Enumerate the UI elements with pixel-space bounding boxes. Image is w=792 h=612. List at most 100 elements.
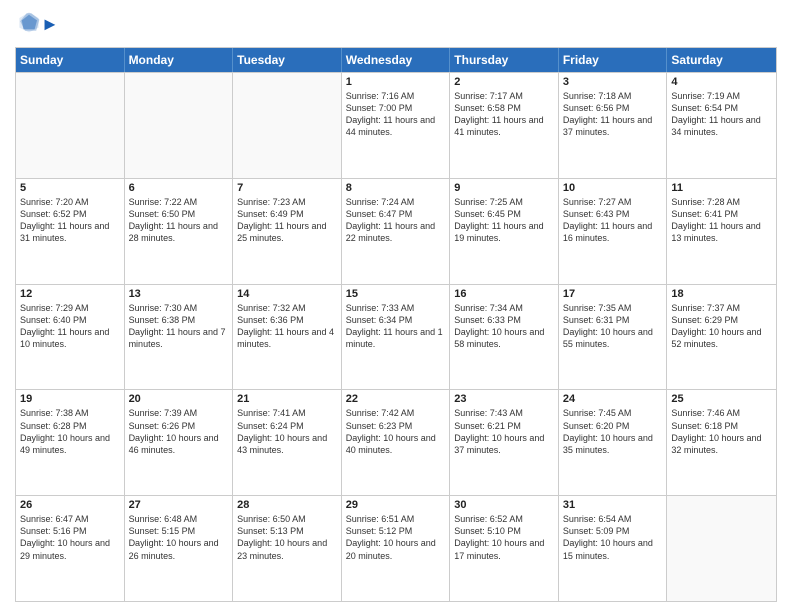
cell-info: Sunrise: 7:43 AM Sunset: 6:21 PM Dayligh…	[454, 407, 554, 456]
calendar-row-5: 26 Sunrise: 6:47 AM Sunset: 5:16 PM Dayli…	[16, 495, 776, 601]
calendar-row-2: 5 Sunrise: 7:20 AM Sunset: 6:52 PM Daylig…	[16, 178, 776, 284]
cell-day-number: 2	[454, 76, 554, 88]
cell-day-number: 5	[20, 182, 120, 194]
cell-day-number: 31	[563, 499, 663, 511]
calendar-cell-10: 10Sunrise: 7:27 AM Sunset: 6:43 PM Dayli…	[559, 179, 668, 284]
cell-info: Sunrise: 7:25 AM Sunset: 6:45 PM Dayligh…	[454, 196, 554, 245]
cell-day-number: 1	[346, 76, 446, 88]
header-day-thursday: Thursday	[450, 48, 559, 72]
cell-info: Sunrise: 7:45 AM Sunset: 6:20 PM Dayligh…	[563, 407, 663, 456]
cell-info: Sunrise: 7:32 AM Sunset: 6:36 PM Dayligh…	[237, 302, 337, 351]
calendar-header: SundayMondayTuesdayWednesdayThursdayFrid…	[16, 48, 776, 72]
cell-day-number: 17	[563, 288, 663, 300]
cell-info: Sunrise: 6:48 AM Sunset: 5:15 PM Dayligh…	[129, 513, 229, 562]
calendar-cell-23: 23Sunrise: 7:43 AM Sunset: 6:21 PM Dayli…	[450, 390, 559, 495]
calendar-cell-empty-0-0	[16, 73, 125, 178]
cell-day-number: 4	[671, 76, 772, 88]
cell-day-number: 14	[237, 288, 337, 300]
calendar-cell-15: 15 Sunrise: 7:33 AM Sunset: 6:34 PM Dayli…	[342, 285, 451, 390]
logo-text: ►	[41, 15, 59, 35]
cell-info: Sunrise: 6:50 AM Sunset: 5:13 PM Dayligh…	[237, 513, 337, 562]
cell-day-number: 11	[671, 182, 772, 194]
cell-info: Sunrise: 7:46 AM Sunset: 6:18 PM Dayligh…	[671, 407, 772, 456]
calendar-cell-empty-0-2	[233, 73, 342, 178]
cell-info: Sunrise: 7:19 AM Sunset: 6:54 PM Dayligh…	[671, 90, 772, 139]
cell-day-number: 21	[237, 393, 337, 405]
cell-day-number: 18	[671, 288, 772, 300]
cell-info: Sunrise: 7:34 AM Sunset: 6:33 PM Dayligh…	[454, 302, 554, 351]
calendar-cell-12: 12 Sunrise: 7:29 AM Sunset: 6:40 PM Dayli…	[16, 285, 125, 390]
cell-day-number: 16	[454, 288, 554, 300]
calendar-cell-16: 16 Sunrise: 7:34 AM Sunset: 6:33 PM Dayli…	[450, 285, 559, 390]
calendar-cell-18: 18 Sunrise: 7:37 AM Sunset: 6:29 PM Dayli…	[667, 285, 776, 390]
cell-day-number: 22	[346, 393, 446, 405]
cell-day-number: 13	[129, 288, 229, 300]
cell-info: Sunrise: 7:16 AM Sunset: 7:00 PM Dayligh…	[346, 90, 446, 139]
header-day-monday: Monday	[125, 48, 234, 72]
cell-info: Sunrise: 7:29 AM Sunset: 6:40 PM Dayligh…	[20, 302, 120, 351]
cell-info: Sunrise: 7:35 AM Sunset: 6:31 PM Dayligh…	[563, 302, 663, 351]
header-day-tuesday: Tuesday	[233, 48, 342, 72]
calendar-row-1: 1 Sunrise: 7:16 AM Sunset: 7:00 PM Daylig…	[16, 72, 776, 178]
page-container: ► SundayMondayTuesdayWednesdayThursdayFr…	[0, 0, 792, 612]
calendar-row-3: 12 Sunrise: 7:29 AM Sunset: 6:40 PM Dayli…	[16, 284, 776, 390]
cell-day-number: 27	[129, 499, 229, 511]
calendar-body: 1 Sunrise: 7:16 AM Sunset: 7:00 PM Daylig…	[16, 72, 776, 601]
calendar-cell-28: 28 Sunrise: 6:50 AM Sunset: 5:13 PM Dayli…	[233, 496, 342, 601]
calendar-cell-9: 9 Sunrise: 7:25 AM Sunset: 6:45 PM Daylig…	[450, 179, 559, 284]
cell-day-number: 20	[129, 393, 229, 405]
calendar-cell-13: 13 Sunrise: 7:30 AM Sunset: 6:38 PM Dayli…	[125, 285, 234, 390]
cell-info: Sunrise: 7:30 AM Sunset: 6:38 PM Dayligh…	[129, 302, 229, 351]
calendar-cell-21: 21 Sunrise: 7:41 AM Sunset: 6:24 PM Dayli…	[233, 390, 342, 495]
cell-day-number: 30	[454, 499, 554, 511]
calendar-cell-25: 25 Sunrise: 7:46 AM Sunset: 6:18 PM Dayli…	[667, 390, 776, 495]
cell-info: Sunrise: 7:17 AM Sunset: 6:58 PM Dayligh…	[454, 90, 554, 139]
calendar-cell-11: 11 Sunrise: 7:28 AM Sunset: 6:41 PM Dayli…	[667, 179, 776, 284]
calendar-cell-empty-0-1	[125, 73, 234, 178]
calendar-cell-4: 4 Sunrise: 7:19 AM Sunset: 6:54 PM Daylig…	[667, 73, 776, 178]
cell-day-number: 26	[20, 499, 120, 511]
calendar: SundayMondayTuesdayWednesdayThursdayFrid…	[15, 47, 777, 602]
calendar-cell-14: 14 Sunrise: 7:32 AM Sunset: 6:36 PM Dayli…	[233, 285, 342, 390]
cell-info: Sunrise: 7:18 AM Sunset: 6:56 PM Dayligh…	[563, 90, 663, 139]
cell-day-number: 28	[237, 499, 337, 511]
cell-day-number: 7	[237, 182, 337, 194]
calendar-cell-5: 5 Sunrise: 7:20 AM Sunset: 6:52 PM Daylig…	[16, 179, 125, 284]
calendar-row-4: 19Sunrise: 7:38 AM Sunset: 6:28 PM Dayli…	[16, 389, 776, 495]
cell-info: Sunrise: 7:20 AM Sunset: 6:52 PM Dayligh…	[20, 196, 120, 245]
header-day-sunday: Sunday	[16, 48, 125, 72]
cell-day-number: 15	[346, 288, 446, 300]
calendar-cell-24: 24Sunrise: 7:45 AM Sunset: 6:20 PM Dayli…	[559, 390, 668, 495]
calendar-cell-29: 29 Sunrise: 6:51 AM Sunset: 5:12 PM Dayli…	[342, 496, 451, 601]
cell-info: Sunrise: 7:39 AM Sunset: 6:26 PM Dayligh…	[129, 407, 229, 456]
cell-info: Sunrise: 7:41 AM Sunset: 6:24 PM Dayligh…	[237, 407, 337, 456]
calendar-cell-19: 19Sunrise: 7:38 AM Sunset: 6:28 PM Dayli…	[16, 390, 125, 495]
cell-day-number: 10	[563, 182, 663, 194]
cell-info: Sunrise: 6:47 AM Sunset: 5:16 PM Dayligh…	[20, 513, 120, 562]
cell-info: Sunrise: 7:22 AM Sunset: 6:50 PM Dayligh…	[129, 196, 229, 245]
cell-info: Sunrise: 7:28 AM Sunset: 6:41 PM Dayligh…	[671, 196, 772, 245]
calendar-cell-empty-4-6	[667, 496, 776, 601]
calendar-cell-8: 8Sunrise: 7:24 AM Sunset: 6:47 PM Daylig…	[342, 179, 451, 284]
cell-day-number: 9	[454, 182, 554, 194]
header-day-friday: Friday	[559, 48, 668, 72]
calendar-cell-26: 26 Sunrise: 6:47 AM Sunset: 5:16 PM Dayli…	[16, 496, 125, 601]
cell-info: Sunrise: 6:51 AM Sunset: 5:12 PM Dayligh…	[346, 513, 446, 562]
calendar-cell-17: 17 Sunrise: 7:35 AM Sunset: 6:31 PM Dayli…	[559, 285, 668, 390]
calendar-cell-2: 2 Sunrise: 7:17 AM Sunset: 6:58 PM Daylig…	[450, 73, 559, 178]
calendar-cell-30: 30 Sunrise: 6:52 AM Sunset: 5:10 PM Dayli…	[450, 496, 559, 601]
cell-day-number: 12	[20, 288, 120, 300]
header-day-saturday: Saturday	[667, 48, 776, 72]
cell-info: Sunrise: 6:52 AM Sunset: 5:10 PM Dayligh…	[454, 513, 554, 562]
calendar-cell-6: 6Sunrise: 7:22 AM Sunset: 6:50 PM Daylig…	[125, 179, 234, 284]
calendar-cell-7: 7Sunrise: 7:23 AM Sunset: 6:49 PM Daylig…	[233, 179, 342, 284]
cell-info: Sunrise: 7:33 AM Sunset: 6:34 PM Dayligh…	[346, 302, 446, 351]
calendar-cell-27: 27 Sunrise: 6:48 AM Sunset: 5:15 PM Dayli…	[125, 496, 234, 601]
cell-info: Sunrise: 7:37 AM Sunset: 6:29 PM Dayligh…	[671, 302, 772, 351]
calendar-cell-1: 1 Sunrise: 7:16 AM Sunset: 7:00 PM Daylig…	[342, 73, 451, 178]
cell-day-number: 25	[671, 393, 772, 405]
header-day-wednesday: Wednesday	[342, 48, 451, 72]
cell-day-number: 29	[346, 499, 446, 511]
calendar-cell-20: 20 Sunrise: 7:39 AM Sunset: 6:26 PM Dayli…	[125, 390, 234, 495]
logo-icon	[17, 10, 41, 34]
